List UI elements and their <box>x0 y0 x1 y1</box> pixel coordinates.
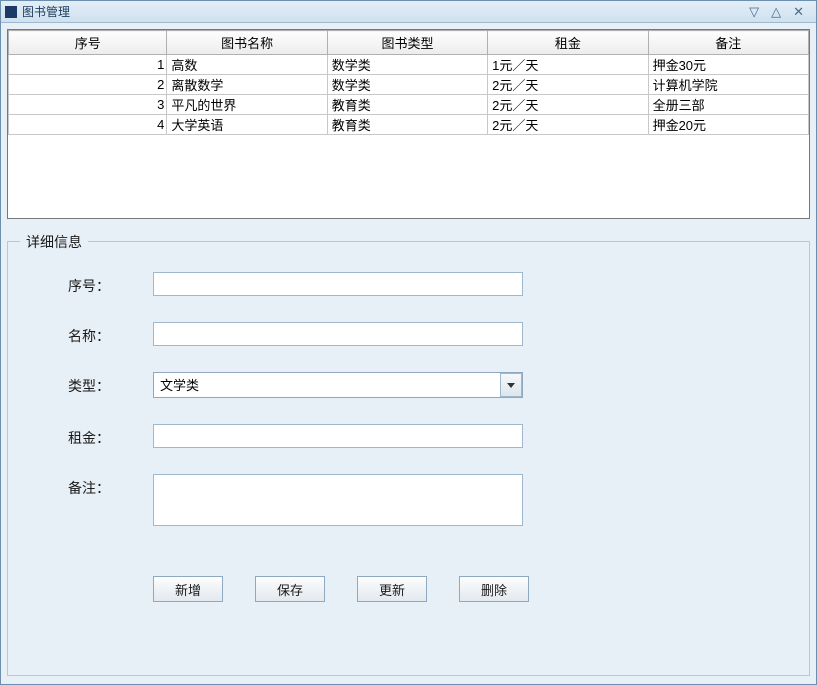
window-title: 图书管理 <box>22 3 70 20</box>
table-cell: 2元／天 <box>488 95 648 115</box>
table-cell: 2 <box>9 75 167 95</box>
table-cell: 1 <box>9 55 167 75</box>
input-id[interactable] <box>153 272 523 296</box>
table-row[interactable]: 4大学英语教育类2元／天押金20元 <box>9 115 809 135</box>
input-name[interactable] <box>153 322 523 346</box>
table-container: 序号 图书名称 图书类型 租金 备注 1高数数学类1元／天押金30元2离散数学数… <box>7 29 810 219</box>
row-name: 名称： <box>68 322 779 346</box>
table-cell: 押金20元 <box>648 115 808 135</box>
button-row: 新增 保存 更新 删除 <box>153 576 779 602</box>
window-frame: 图书管理 ▽ △ ✕ 序号 图书名称 图书类型 租金 备注 1高数数学类1元／天 <box>0 0 817 685</box>
row-rent: 租金： <box>68 424 779 448</box>
label-note: 备注： <box>68 474 153 498</box>
label-name: 名称： <box>68 322 153 346</box>
table-cell: 平凡的世界 <box>167 95 327 115</box>
table-cell: 数学类 <box>327 75 487 95</box>
save-button[interactable]: 保存 <box>255 576 325 602</box>
row-id: 序号： <box>68 272 779 296</box>
delete-button[interactable]: 删除 <box>459 576 529 602</box>
table-cell: 2元／天 <box>488 115 648 135</box>
content-area: 序号 图书名称 图书类型 租金 备注 1高数数学类1元／天押金30元2离散数学数… <box>1 23 816 684</box>
table-row[interactable]: 3平凡的世界教育类2元／天全册三部 <box>9 95 809 115</box>
add-button[interactable]: 新增 <box>153 576 223 602</box>
label-id: 序号： <box>68 272 153 296</box>
th-type[interactable]: 图书类型 <box>327 31 487 55</box>
maximize-icon[interactable]: △ <box>771 5 781 18</box>
table-cell: 离散数学 <box>167 75 327 95</box>
app-icon <box>5 6 17 18</box>
input-rent[interactable] <box>153 424 523 448</box>
titlebar: 图书管理 ▽ △ ✕ <box>1 1 816 23</box>
table-cell: 教育类 <box>327 115 487 135</box>
row-type: 类型： 文学类 <box>68 372 779 398</box>
th-id[interactable]: 序号 <box>9 31 167 55</box>
books-table: 序号 图书名称 图书类型 租金 备注 1高数数学类1元／天押金30元2离散数学数… <box>8 30 809 135</box>
table-cell: 高数 <box>167 55 327 75</box>
table-cell: 计算机学院 <box>648 75 808 95</box>
select-type-wrap: 文学类 <box>153 372 523 398</box>
input-note[interactable] <box>153 474 523 526</box>
details-legend: 详细信息 <box>20 232 88 252</box>
table-cell: 数学类 <box>327 55 487 75</box>
table-cell: 1元／天 <box>488 55 648 75</box>
label-type: 类型： <box>68 372 153 396</box>
table-cell: 押金30元 <box>648 55 808 75</box>
close-icon[interactable]: ✕ <box>793 5 804 18</box>
th-rent[interactable]: 租金 <box>488 31 648 55</box>
th-note[interactable]: 备注 <box>648 31 808 55</box>
titlebar-controls: ▽ △ ✕ <box>749 5 812 18</box>
table-header-row: 序号 图书名称 图书类型 租金 备注 <box>9 31 809 55</box>
select-type[interactable]: 文学类 <box>153 372 523 398</box>
minimize-icon[interactable]: ▽ <box>749 5 759 18</box>
update-button[interactable]: 更新 <box>357 576 427 602</box>
titlebar-left: 图书管理 <box>5 3 70 20</box>
table-cell: 3 <box>9 95 167 115</box>
table-cell: 全册三部 <box>648 95 808 115</box>
table-cell: 大学英语 <box>167 115 327 135</box>
table-cell: 教育类 <box>327 95 487 115</box>
table-row[interactable]: 1高数数学类1元／天押金30元 <box>9 55 809 75</box>
th-name[interactable]: 图书名称 <box>167 31 327 55</box>
details-panel: 详细信息 序号： 名称： 类型： 文学类 <box>7 241 810 676</box>
table-cell: 2元／天 <box>488 75 648 95</box>
row-note: 备注： <box>68 474 779 526</box>
label-rent: 租金： <box>68 424 153 448</box>
table-cell: 4 <box>9 115 167 135</box>
table-row[interactable]: 2离散数学数学类2元／天计算机学院 <box>9 75 809 95</box>
